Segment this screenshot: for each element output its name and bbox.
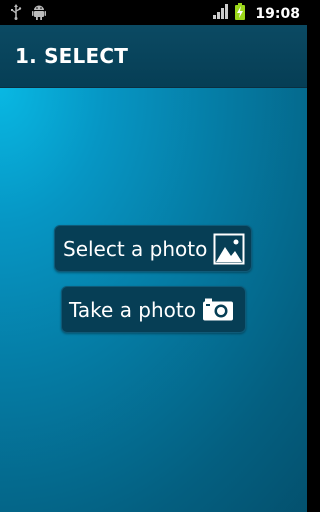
select-photo-button[interactable]: Select a photo — [54, 225, 252, 272]
android-debug-icon — [32, 4, 46, 24]
main-content: Select a photo Take a photo — [0, 88, 307, 512]
status-bar: 19:08 — [0, 0, 307, 25]
page-title: 1. SELECT — [15, 44, 129, 68]
image-icon — [213, 233, 245, 265]
battery-charging-icon — [235, 3, 246, 24]
status-notifications — [10, 4, 46, 24]
usb-icon — [10, 4, 22, 24]
signal-icon — [213, 4, 229, 23]
take-photo-button[interactable]: Take a photo — [61, 286, 246, 333]
take-photo-label: Take a photo — [69, 297, 196, 322]
camera-icon — [202, 297, 234, 323]
header-bar: 1. SELECT — [0, 25, 307, 88]
status-system: 19:08 — [213, 3, 300, 24]
select-photo-label: Select a photo — [63, 236, 208, 261]
clock: 19:08 — [255, 5, 300, 22]
